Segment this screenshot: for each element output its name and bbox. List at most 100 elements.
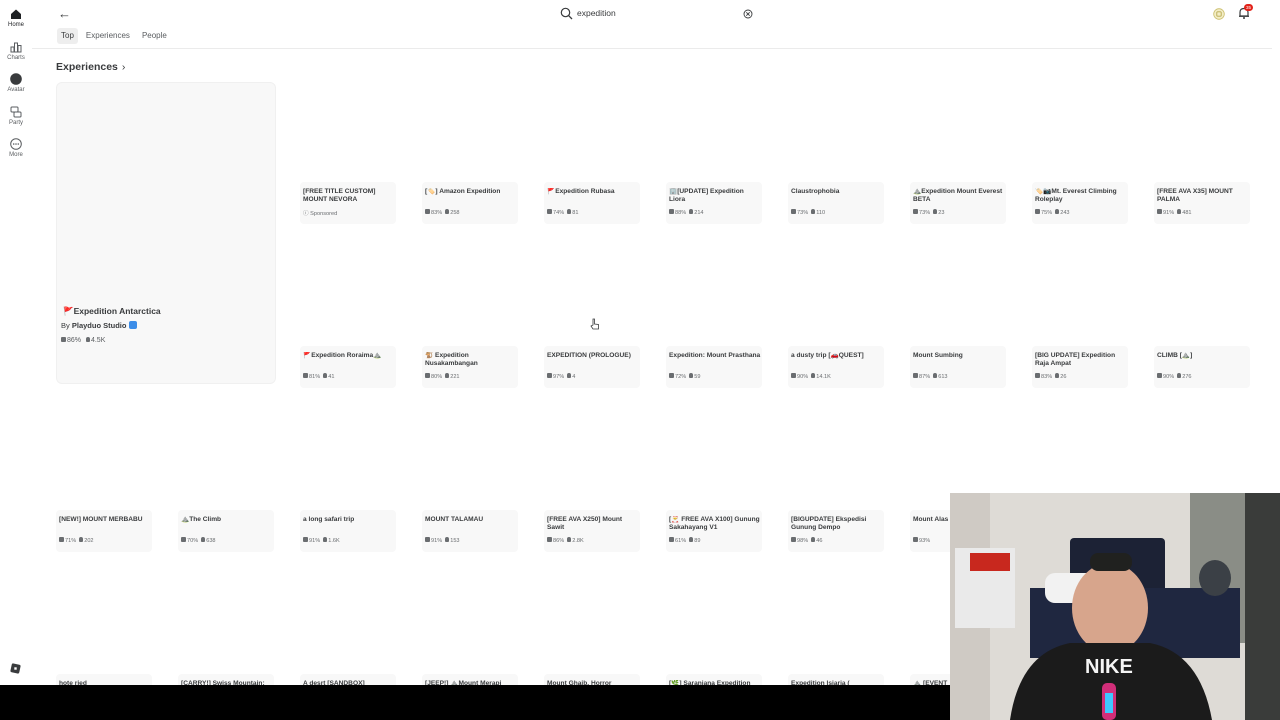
experience-rating: 90% bbox=[1163, 374, 1175, 380]
experience-stats: 80% 221 bbox=[425, 373, 460, 380]
experience-rating: 71% bbox=[65, 538, 77, 544]
experience-card[interactable]: [FREE AVA X35] MOUNT PALMA 91% 481 bbox=[1154, 182, 1250, 224]
experience-card[interactable]: [FREE TITLE CUSTOM] MOUNT NEVORA ⓘ Sponso… bbox=[300, 182, 396, 224]
experience-card[interactable]: 🚩Expedition Roraima⛰️ 81% 41 bbox=[300, 346, 396, 388]
experience-card[interactable]: a long safari trip 91% 1.6K bbox=[300, 510, 396, 552]
experience-stats: 81% 41 bbox=[303, 373, 334, 380]
players-icon bbox=[323, 537, 328, 542]
back-arrow-icon[interactable]: ← bbox=[58, 7, 72, 21]
roblox-logo-icon[interactable] bbox=[10, 663, 21, 674]
players-icon bbox=[445, 209, 450, 214]
experience-rating: 91% bbox=[1163, 210, 1175, 216]
experience-card[interactable]: [FREE AVA X250] Mount Sawit 86% 2.8K bbox=[544, 510, 640, 552]
experiences-section-header[interactable]: Experiences › bbox=[56, 61, 125, 73]
thumbs-up-icon bbox=[669, 209, 674, 214]
rail-item-more[interactable]: More bbox=[0, 138, 32, 158]
experience-stats: 97% 4 bbox=[547, 373, 575, 380]
experience-card[interactable]: EXPEDITION (PROLOGUE) 97% 4 bbox=[544, 346, 640, 388]
hand-cursor-icon bbox=[590, 318, 599, 330]
thumbs-up-icon bbox=[913, 537, 918, 542]
experience-stats: 75% 243 bbox=[1035, 209, 1070, 216]
tab-experiences[interactable]: Experiences bbox=[82, 28, 134, 44]
experience-stats: 73% 23 bbox=[913, 209, 944, 216]
experience-card[interactable]: ⛰️The Climb 70% 638 bbox=[178, 510, 274, 552]
experience-card[interactable]: 🚩Expedition Rubasa 74% 81 bbox=[544, 182, 640, 224]
players-icon bbox=[811, 373, 816, 378]
players-icon bbox=[811, 537, 816, 542]
search-bar[interactable]: expedition bbox=[560, 6, 760, 22]
experience-title: a dusty trip [🚗QUEST] bbox=[791, 352, 864, 359]
rail-item-charts[interactable]: Charts bbox=[0, 41, 32, 61]
experience-card[interactable]: Expedition: Mount Prasthana 72% 59 bbox=[666, 346, 762, 388]
experience-card[interactable]: 🐒 Expedition Nusakambangan 80% 221 bbox=[422, 346, 518, 388]
experience-card[interactable]: 🏷️📷Mt. Everest Climbing Roleplay 75% 243 bbox=[1032, 182, 1128, 224]
tab-people[interactable]: People bbox=[138, 28, 171, 44]
webcam-image: NIKE bbox=[950, 493, 1280, 720]
webcam-overlay: NIKE bbox=[950, 493, 1280, 720]
experience-players: 214 bbox=[694, 210, 704, 216]
thumbs-up-icon bbox=[61, 337, 66, 342]
experience-players: 243 bbox=[1060, 210, 1070, 216]
players-icon bbox=[445, 373, 450, 378]
experience-title: a long safari trip bbox=[303, 516, 355, 523]
clear-search-icon[interactable] bbox=[743, 9, 753, 19]
experience-card[interactable]: [BIG UPDATE] Expedition Raja Ampat 83% 26 bbox=[1032, 346, 1128, 388]
experience-title: [BIGUPDATE] Ekspedisi Gunung Dempo bbox=[791, 516, 867, 531]
experience-players: 23 bbox=[938, 210, 945, 216]
experience-title: [FREE AVA X35] MOUNT PALMA bbox=[1157, 188, 1233, 203]
experience-players: 46 bbox=[816, 538, 823, 544]
experience-title: 🐒 Expedition Nusakambangan bbox=[425, 352, 478, 367]
search-input[interactable]: expedition bbox=[577, 8, 616, 18]
experience-card[interactable]: MOUNT TALAMAU 91% 153 bbox=[422, 510, 518, 552]
thumbs-up-icon bbox=[913, 373, 918, 378]
experience-players: 89 bbox=[694, 538, 701, 544]
rail-item-party[interactable]: Party bbox=[0, 106, 32, 126]
experience-rating: 81% bbox=[309, 374, 321, 380]
rail-item-home[interactable]: Home bbox=[0, 8, 32, 28]
rail-label-home: Home bbox=[7, 22, 24, 28]
experience-rating: 87% bbox=[919, 374, 931, 380]
experience-players: 258 bbox=[450, 210, 460, 216]
experience-rating: 72% bbox=[675, 374, 687, 380]
thumbs-up-icon bbox=[1157, 373, 1162, 378]
experience-rating: 83% bbox=[431, 210, 443, 216]
experience-card[interactable]: Mount Sumbing 87% 613 bbox=[910, 346, 1006, 388]
robux-icon[interactable] bbox=[1213, 8, 1225, 20]
experience-rating: 83% bbox=[1041, 374, 1053, 380]
players-icon bbox=[567, 373, 572, 378]
experience-stats: 98% 46 bbox=[791, 537, 822, 544]
app-window: Home Charts Avatar Party More ← expediti… bbox=[0, 0, 1280, 720]
rail-label-party: Party bbox=[8, 120, 23, 126]
experience-card[interactable]: a dusty trip [🚗QUEST] 90% 14.1K bbox=[788, 346, 884, 388]
rail-item-avatar[interactable]: Avatar bbox=[0, 73, 32, 93]
experience-rating: 91% bbox=[309, 538, 321, 544]
experience-card[interactable]: [🏷️] Amazon Expedition 83% 258 bbox=[422, 182, 518, 224]
experience-players: 26 bbox=[1060, 374, 1067, 380]
more-icon bbox=[10, 138, 22, 150]
experience-players: 59 bbox=[694, 374, 701, 380]
experience-card[interactable]: Claustrophobia 73% 110 bbox=[788, 182, 884, 224]
players-icon bbox=[201, 537, 206, 542]
featured-experience-card[interactable]: 🚩Expedition Antarctica By Playduo Studio… bbox=[56, 82, 276, 384]
players-icon bbox=[689, 209, 694, 214]
experience-rating: 98% bbox=[797, 538, 809, 544]
thumbs-up-icon bbox=[913, 209, 918, 214]
rail-label-charts: Charts bbox=[7, 55, 25, 61]
experience-title: [🏷️] Amazon Expedition bbox=[425, 188, 501, 195]
experience-card[interactable]: CLIMB [⛰️] 90% 276 bbox=[1154, 346, 1250, 388]
experience-card[interactable]: [🎅 FREE AVA X100] Gunung Sakahayang V1 61… bbox=[666, 510, 762, 552]
players-icon bbox=[1177, 373, 1182, 378]
creator-name[interactable]: Playduo Studio bbox=[72, 321, 127, 330]
players-icon bbox=[1055, 209, 1060, 214]
sponsored-text: Sponsored bbox=[310, 211, 338, 217]
experience-title: 🏢[UPDATE] Expedition Liora bbox=[669, 188, 744, 203]
experience-title: 🚩Expedition Roraima⛰️ bbox=[303, 352, 382, 359]
players-icon bbox=[1055, 373, 1060, 378]
experience-card[interactable]: [NEW!] MOUNT MERBABU 71% 202 bbox=[56, 510, 152, 552]
tab-top[interactable]: Top bbox=[57, 28, 78, 44]
experience-card[interactable]: [BIGUPDATE] Ekspedisi Gunung Dempo 98% 46 bbox=[788, 510, 884, 552]
experience-card[interactable]: ⛰️Expedition Mount Everest BETA 73% 23 bbox=[910, 182, 1006, 224]
experience-rating: 75% bbox=[1041, 210, 1053, 216]
experience-players: 276 bbox=[1182, 374, 1192, 380]
experience-card[interactable]: 🏢[UPDATE] Expedition Liora 88% 214 bbox=[666, 182, 762, 224]
